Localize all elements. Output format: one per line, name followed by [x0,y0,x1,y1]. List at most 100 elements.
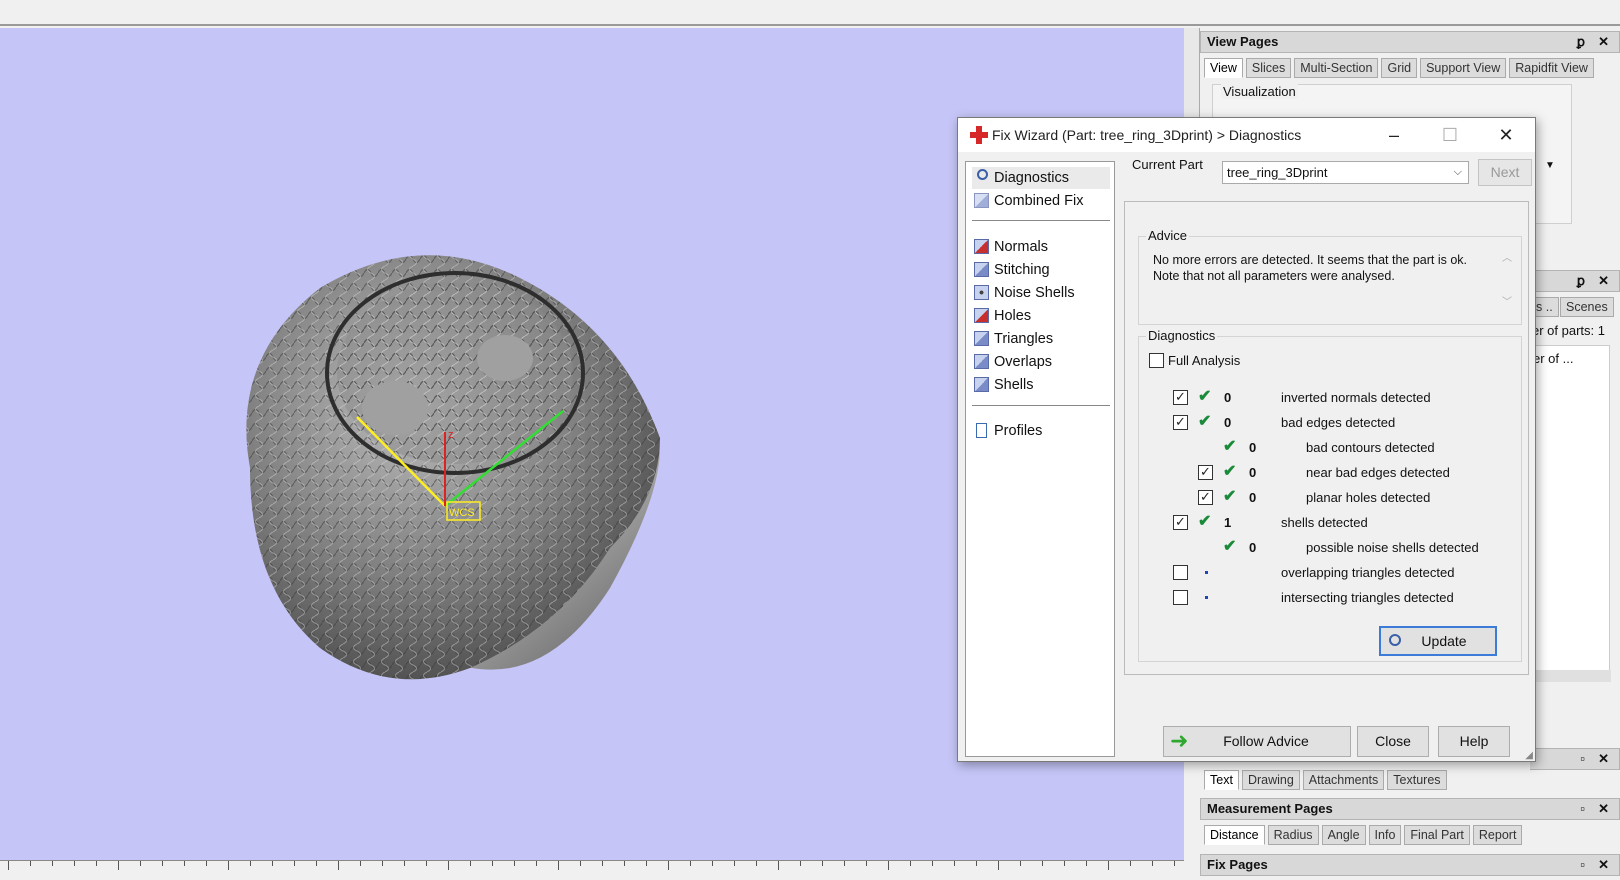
status-dot-icon [1205,571,1208,574]
overlapping-triangles-checkbox[interactable] [1173,565,1188,580]
nav-holes[interactable]: Holes [972,305,1110,327]
help-button[interactable]: Help [1438,726,1510,757]
nav-triangles[interactable]: Triangles [972,328,1110,350]
close-window-button[interactable]: ✕ [1483,118,1529,152]
ruler-tick [74,861,75,866]
ruler-tick [118,861,119,870]
follow-advice-label: Follow Advice [1223,733,1309,749]
pin-icon[interactable]: ꝑ [1577,271,1585,291]
planar-holes-checkbox[interactable]: ✓ [1198,490,1213,505]
check-icon: ✔ [1223,488,1237,505]
minimize-icon[interactable]: ▫ [1580,799,1585,819]
visualization-label: Visualization [1221,84,1298,99]
update-button[interactable]: Update [1379,626,1497,656]
intersecting-triangles-checkbox[interactable] [1173,590,1188,605]
nav-normals-label: Normals [994,239,1048,255]
current-part-select[interactable]: tree_ring_3Dprint ⌵ [1222,161,1469,184]
minimize-button[interactable]: – [1371,118,1417,152]
tab-angle[interactable]: Angle [1321,825,1366,845]
ruler-tick [228,861,229,870]
parts-list[interactable]: er of ... [1530,345,1611,682]
ruler-tick [624,861,625,866]
check-icon: ✔ [1223,538,1237,555]
close-icon[interactable]: ✕ [1598,32,1609,52]
tab-rapidfit-view[interactable]: Rapidfit View [1509,58,1594,78]
tab-multi-section[interactable]: Multi-Section [1294,58,1379,78]
shells-checkbox[interactable]: ✓ [1173,515,1188,530]
measurement-tabs: Distance Radius Angle Info Final Part Re… [1204,825,1525,847]
tab-slices[interactable]: Slices [1245,58,1292,78]
bad-edges-label: bad edges detected [1281,415,1396,430]
nav-separator [972,405,1110,406]
tab-view[interactable]: View [1204,58,1243,78]
scroll-up-icon[interactable]: ︿ [1502,249,1512,264]
minimize-icon[interactable]: ▫ [1580,855,1585,875]
nav-noise-shells[interactable]: Noise Shells [972,282,1110,304]
ruler-tick [448,861,449,870]
bad-edges-checkbox[interactable]: ✓ [1173,415,1188,430]
pin-icon[interactable]: ꝑ [1577,32,1585,52]
ruler-tick [470,861,471,866]
close-icon[interactable]: ✕ [1598,799,1609,819]
ruler-tick [492,861,493,866]
follow-advice-button[interactable]: ➜ Follow Advice [1163,726,1351,757]
tab-attachments[interactable]: Attachments [1302,770,1385,790]
bad-contours-count: 0 [1249,440,1257,455]
tab-distance[interactable]: Distance [1204,825,1265,845]
full-analysis-checkbox[interactable] [1149,353,1164,368]
close-button[interactable]: Close [1357,726,1429,757]
next-button[interactable]: Next [1478,159,1532,186]
nav-combined-fix[interactable]: Combined Fix [972,190,1110,212]
nav-diagnostics[interactable]: Diagnostics [972,167,1110,189]
inverted-normals-checkbox[interactable]: ✓ [1173,390,1188,405]
tab-support-view[interactable]: Support View [1420,58,1507,78]
nav-normals[interactable]: Normals [972,236,1110,258]
dialog-titlebar[interactable]: Fix Wizard (Part: tree_ring_3Dprint) > D… [958,118,1535,152]
dropdown-arrow-icon[interactable]: ▼ [1545,160,1555,171]
nav-profiles-label: Profiles [994,423,1043,439]
near-bad-edges-checkbox[interactable]: ✓ [1198,465,1213,480]
shells-icon [974,377,989,392]
nav-shells[interactable]: Shells [972,374,1110,396]
ruler-tick [250,861,251,866]
nav-noise-shells-label: Noise Shells [994,285,1075,301]
nav-stitching-label: Stitching [994,262,1050,278]
close-icon[interactable]: ✕ [1598,855,1609,875]
ruler-tick [668,861,669,870]
tab-drawing[interactable]: Drawing [1241,770,1300,790]
nav-stitching[interactable]: Stitching [972,259,1110,281]
scroll-down-icon[interactable]: ﹀ [1502,293,1512,308]
wizard-nav: Diagnostics Combined Fix Normals Stitchi… [965,161,1115,757]
horizontal-scrollbar[interactable] [1531,670,1611,682]
tab-text[interactable]: Text [1204,770,1239,790]
resize-grip-icon[interactable]: ◢ [1525,750,1533,761]
tab-final-part[interactable]: Final Part [1404,825,1470,845]
nav-profiles[interactable]: Profiles [972,420,1110,442]
tab-info[interactable]: Info [1368,825,1402,845]
view-pages-tabs: View Slices Multi-Section Grid Support V… [1204,58,1597,80]
tab-textures[interactable]: Textures [1387,770,1447,790]
nav-overlaps-label: Overlaps [994,354,1053,370]
ruler-tick [580,861,581,866]
tab-scenes[interactable]: Scenes [1560,297,1614,317]
nav-overlaps[interactable]: Overlaps [972,351,1110,373]
tab-report[interactable]: Report [1472,825,1523,845]
ruler-tick [734,861,735,866]
ruler-tick [382,861,383,866]
parts-list-row[interactable]: er of ... [1533,351,1573,366]
tab-grid[interactable]: Grid [1381,58,1418,78]
close-icon[interactable]: ✕ [1598,749,1609,769]
noise-shells-icon [974,285,989,300]
maximize-button[interactable]: ☐ [1427,118,1473,152]
ruler-tick [514,861,515,866]
minimize-icon[interactable]: ▫ [1580,749,1585,769]
tab-radius[interactable]: Radius [1267,825,1319,845]
check-icon: ✔ [1223,438,1237,455]
document-icon [976,423,987,438]
nav-holes-label: Holes [994,308,1032,324]
fix-pages-header: Fix Pages ▫ ✕ [1200,854,1620,876]
fix-pages-title: Fix Pages [1207,857,1268,872]
normals-icon [974,239,989,254]
chevron-down-icon: ⌵ [1453,166,1462,178]
close-icon[interactable]: ✕ [1598,271,1609,291]
